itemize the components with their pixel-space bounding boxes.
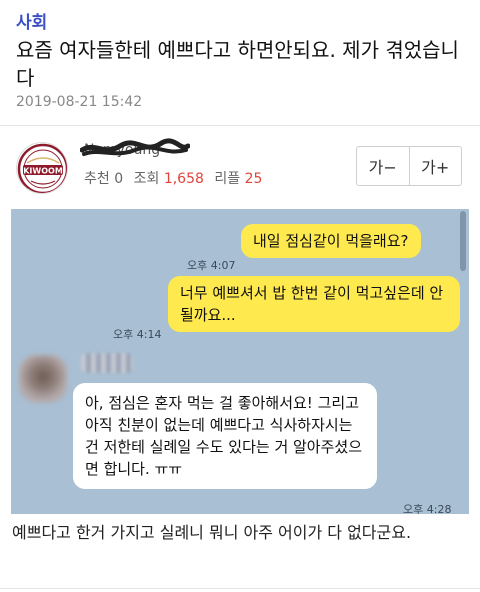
views-label: 조회 (133, 171, 160, 187)
recommend-count: 0 (114, 171, 124, 187)
footer-divider (0, 588, 480, 589)
font-decrease-button[interactable]: 가− (357, 147, 409, 185)
chat-bubble-me: 너무 예쁘셔서 밥 한번 같이 먹고싶은데 안될까요... (168, 276, 460, 332)
post-body-text: 예쁘다고 한거 가지고 실례니 뭐니 아주 어이가 다 없다군요. (12, 523, 412, 542)
header-divider (0, 125, 480, 126)
replies-label: 리플 (214, 171, 241, 187)
views-count: 1,658 (163, 171, 204, 187)
post-category[interactable]: 사회 (16, 8, 47, 33)
post-date: 2019-08-21 15:42 (16, 94, 143, 110)
post-stats: 추천 0 조회 1,658 리플 25 (84, 168, 262, 188)
chat-bubble-me: 내일 점심같이 먹을래요? (241, 224, 421, 258)
logo-text: KIWOOM (23, 167, 63, 176)
font-increase-button[interactable]: 가+ (408, 147, 462, 185)
chat-scrollbar (460, 211, 466, 271)
avatar[interactable]: KIWOOM (16, 142, 68, 194)
replies-count[interactable]: 25 (245, 171, 263, 187)
blurred-name (81, 353, 133, 373)
font-size-controls: 가− 가+ (356, 146, 462, 186)
chat-time: 오후 4:14 (113, 328, 162, 341)
redaction-scribble (80, 138, 190, 156)
chat-screenshot: 내일 점심같이 먹을래요? 오후 4:07 너무 예쁘셔서 밥 한번 같이 먹고… (11, 209, 469, 514)
chat-bubble-other: 아, 점심은 혼자 먹는 걸 좋아해서요! 그리고 아직 친분이 없는데 예쁘다… (73, 383, 377, 489)
kiwoom-logo-icon: KIWOOM (17, 143, 67, 193)
recommend-label: 추천 (84, 171, 110, 187)
post-title: 요즘 여자들한테 예쁘다고 하면안되요. 제가 겪었습니다 (16, 38, 459, 90)
blurred-avatar (19, 355, 67, 403)
chat-time: 오후 4:28 (403, 503, 452, 514)
chat-time: 오후 4:07 (187, 259, 236, 272)
